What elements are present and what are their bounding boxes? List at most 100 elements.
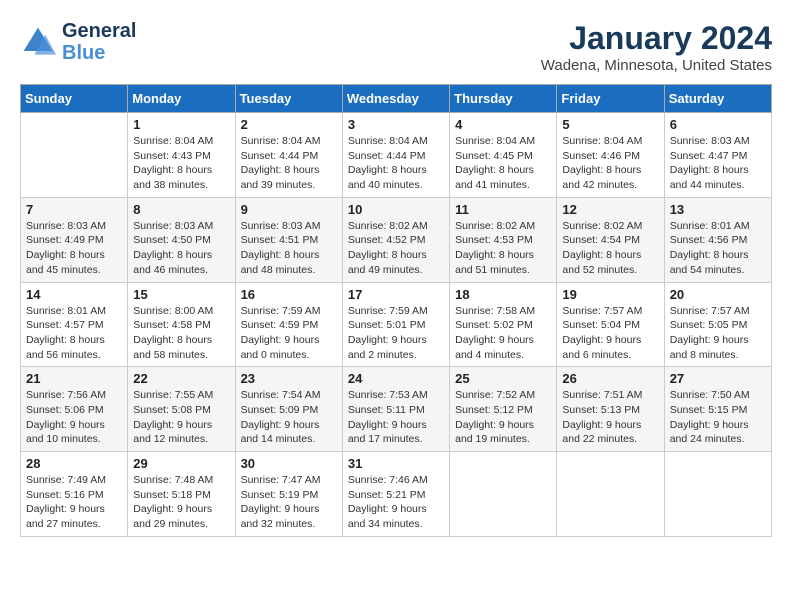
day-number: 5 bbox=[562, 117, 658, 132]
day-info: Sunrise: 7:47 AMSunset: 5:19 PMDaylight:… bbox=[241, 473, 337, 532]
weekday-header: Friday bbox=[557, 85, 664, 113]
calendar-cell: 9 Sunrise: 8:03 AMSunset: 4:51 PMDaylight… bbox=[235, 197, 342, 282]
calendar-week-row: 1 Sunrise: 8:04 AMSunset: 4:43 PMDaylight… bbox=[21, 113, 772, 198]
calendar-cell: 7 Sunrise: 8:03 AMSunset: 4:49 PMDaylight… bbox=[21, 197, 128, 282]
calendar-cell bbox=[664, 452, 771, 537]
calendar-cell: 17 Sunrise: 7:59 AMSunset: 5:01 PMDayligh… bbox=[342, 282, 449, 367]
calendar-cell bbox=[557, 452, 664, 537]
day-info: Sunrise: 7:56 AMSunset: 5:06 PMDaylight:… bbox=[26, 388, 122, 447]
calendar-cell bbox=[450, 452, 557, 537]
day-number: 1 bbox=[133, 117, 229, 132]
title-block: January 2024 Wadena, Minnesota, United S… bbox=[541, 20, 772, 74]
weekday-header: Thursday bbox=[450, 85, 557, 113]
day-number: 2 bbox=[241, 117, 337, 132]
calendar-cell: 14 Sunrise: 8:01 AMSunset: 4:57 PMDayligh… bbox=[21, 282, 128, 367]
calendar-cell: 2 Sunrise: 8:04 AMSunset: 4:44 PMDaylight… bbox=[235, 113, 342, 198]
day-number: 22 bbox=[133, 371, 229, 386]
calendar-cell: 11Sunrise: 8:02 AMSunset: 4:53 PMDayligh… bbox=[450, 197, 557, 282]
day-number: 4 bbox=[455, 117, 551, 132]
calendar-cell: 12 Sunrise: 8:02 AMSunset: 4:54 PMDayligh… bbox=[557, 197, 664, 282]
day-number: 7 bbox=[26, 202, 122, 217]
calendar-cell: 27 Sunrise: 7:50 AMSunset: 5:15 PMDayligh… bbox=[664, 367, 771, 452]
day-info: Sunrise: 7:53 AMSunset: 5:11 PMDaylight:… bbox=[348, 388, 444, 447]
calendar-cell: 16 Sunrise: 7:59 AMSunset: 4:59 PMDayligh… bbox=[235, 282, 342, 367]
day-number: 25 bbox=[455, 371, 551, 386]
calendar-cell: 24 Sunrise: 7:53 AMSunset: 5:11 PMDayligh… bbox=[342, 367, 449, 452]
day-number: 28 bbox=[26, 456, 122, 471]
day-number: 13 bbox=[670, 202, 766, 217]
calendar-week-row: 28 Sunrise: 7:49 AMSunset: 5:16 PMDayligh… bbox=[21, 452, 772, 537]
location: Wadena, Minnesota, United States bbox=[541, 57, 772, 74]
page-header: General Blue January 2024 Wadena, Minnes… bbox=[20, 20, 772, 74]
day-number: 15 bbox=[133, 287, 229, 302]
day-number: 17 bbox=[348, 287, 444, 302]
calendar-cell: 19Sunrise: 7:57 AMSunset: 5:04 PMDayligh… bbox=[557, 282, 664, 367]
day-info: Sunrise: 8:04 AMSunset: 4:44 PMDaylight:… bbox=[241, 134, 337, 193]
calendar-cell: 26 Sunrise: 7:51 AMSunset: 5:13 PMDayligh… bbox=[557, 367, 664, 452]
day-info: Sunrise: 7:50 AMSunset: 5:15 PMDaylight:… bbox=[670, 388, 766, 447]
day-info: Sunrise: 8:04 AMSunset: 4:44 PMDaylight:… bbox=[348, 134, 444, 193]
day-number: 26 bbox=[562, 371, 658, 386]
day-number: 21 bbox=[26, 371, 122, 386]
day-number: 29 bbox=[133, 456, 229, 471]
weekday-header: Monday bbox=[128, 85, 235, 113]
logo-line2: Blue bbox=[62, 42, 136, 64]
day-info: Sunrise: 7:54 AMSunset: 5:09 PMDaylight:… bbox=[241, 388, 337, 447]
day-info: Sunrise: 8:00 AMSunset: 4:58 PMDaylight:… bbox=[133, 304, 229, 363]
day-number: 20 bbox=[670, 287, 766, 302]
logo: General Blue bbox=[20, 20, 136, 64]
day-info: Sunrise: 8:03 AMSunset: 4:47 PMDaylight:… bbox=[670, 134, 766, 193]
day-info: Sunrise: 8:04 AMSunset: 4:43 PMDaylight:… bbox=[133, 134, 229, 193]
day-info: Sunrise: 7:46 AMSunset: 5:21 PMDaylight:… bbox=[348, 473, 444, 532]
day-info: Sunrise: 8:02 AMSunset: 4:53 PMDaylight:… bbox=[455, 219, 551, 278]
calendar-cell: 3 Sunrise: 8:04 AMSunset: 4:44 PMDaylight… bbox=[342, 113, 449, 198]
weekday-header: Tuesday bbox=[235, 85, 342, 113]
calendar-cell: 5 Sunrise: 8:04 AMSunset: 4:46 PMDaylight… bbox=[557, 113, 664, 198]
day-info: Sunrise: 7:48 AMSunset: 5:18 PMDaylight:… bbox=[133, 473, 229, 532]
calendar-cell: 23Sunrise: 7:54 AMSunset: 5:09 PMDayligh… bbox=[235, 367, 342, 452]
day-info: Sunrise: 7:49 AMSunset: 5:16 PMDaylight:… bbox=[26, 473, 122, 532]
day-info: Sunrise: 7:59 AMSunset: 4:59 PMDaylight:… bbox=[241, 304, 337, 363]
day-number: 6 bbox=[670, 117, 766, 132]
day-info: Sunrise: 7:51 AMSunset: 5:13 PMDaylight:… bbox=[562, 388, 658, 447]
day-info: Sunrise: 8:01 AMSunset: 4:56 PMDaylight:… bbox=[670, 219, 766, 278]
calendar-week-row: 7 Sunrise: 8:03 AMSunset: 4:49 PMDaylight… bbox=[21, 197, 772, 282]
calendar-cell: 21 Sunrise: 7:56 AMSunset: 5:06 PMDayligh… bbox=[21, 367, 128, 452]
logo-icon bbox=[20, 24, 56, 60]
day-info: Sunrise: 8:02 AMSunset: 4:54 PMDaylight:… bbox=[562, 219, 658, 278]
day-info: Sunrise: 7:55 AMSunset: 5:08 PMDaylight:… bbox=[133, 388, 229, 447]
day-info: Sunrise: 8:04 AMSunset: 4:45 PMDaylight:… bbox=[455, 134, 551, 193]
day-info: Sunrise: 8:03 AMSunset: 4:49 PMDaylight:… bbox=[26, 219, 122, 278]
calendar-cell: 4 Sunrise: 8:04 AMSunset: 4:45 PMDaylight… bbox=[450, 113, 557, 198]
day-number: 3 bbox=[348, 117, 444, 132]
month-title: January 2024 bbox=[541, 20, 772, 57]
day-number: 24 bbox=[348, 371, 444, 386]
calendar-cell: 22 Sunrise: 7:55 AMSunset: 5:08 PMDayligh… bbox=[128, 367, 235, 452]
calendar-cell: 30 Sunrise: 7:47 AMSunset: 5:19 PMDayligh… bbox=[235, 452, 342, 537]
calendar-header-row: SundayMondayTuesdayWednesdayThursdayFrid… bbox=[21, 85, 772, 113]
day-number: 9 bbox=[241, 202, 337, 217]
calendar-cell: 31 Sunrise: 7:46 AMSunset: 5:21 PMDayligh… bbox=[342, 452, 449, 537]
calendar-cell: 6 Sunrise: 8:03 AMSunset: 4:47 PMDaylight… bbox=[664, 113, 771, 198]
day-info: Sunrise: 8:03 AMSunset: 4:51 PMDaylight:… bbox=[241, 219, 337, 278]
logo-line1: General bbox=[62, 20, 136, 42]
logo-text: General Blue bbox=[62, 20, 136, 64]
day-info: Sunrise: 8:03 AMSunset: 4:50 PMDaylight:… bbox=[133, 219, 229, 278]
day-info: Sunrise: 8:01 AMSunset: 4:57 PMDaylight:… bbox=[26, 304, 122, 363]
day-info: Sunrise: 7:59 AMSunset: 5:01 PMDaylight:… bbox=[348, 304, 444, 363]
day-number: 16 bbox=[241, 287, 337, 302]
weekday-header: Saturday bbox=[664, 85, 771, 113]
day-info: Sunrise: 8:04 AMSunset: 4:46 PMDaylight:… bbox=[562, 134, 658, 193]
day-info: Sunrise: 7:57 AMSunset: 5:04 PMDaylight:… bbox=[562, 304, 658, 363]
day-info: Sunrise: 7:52 AMSunset: 5:12 PMDaylight:… bbox=[455, 388, 551, 447]
day-number: 12 bbox=[562, 202, 658, 217]
day-number: 31 bbox=[348, 456, 444, 471]
day-number: 14 bbox=[26, 287, 122, 302]
calendar-cell: 1 Sunrise: 8:04 AMSunset: 4:43 PMDaylight… bbox=[128, 113, 235, 198]
day-number: 30 bbox=[241, 456, 337, 471]
day-number: 27 bbox=[670, 371, 766, 386]
calendar-cell: 8Sunrise: 8:03 AMSunset: 4:50 PMDaylight… bbox=[128, 197, 235, 282]
weekday-header: Wednesday bbox=[342, 85, 449, 113]
calendar-cell: 29 Sunrise: 7:48 AMSunset: 5:18 PMDayligh… bbox=[128, 452, 235, 537]
calendar-cell bbox=[21, 113, 128, 198]
